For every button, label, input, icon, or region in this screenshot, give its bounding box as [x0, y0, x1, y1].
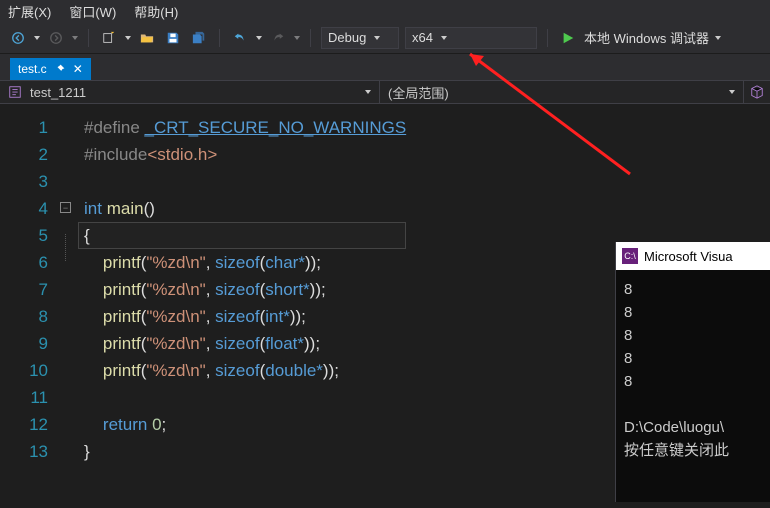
menu-window[interactable]: 窗口(W): [69, 2, 116, 21]
debugger-caret[interactable]: [715, 36, 721, 40]
project-icon: [8, 85, 22, 99]
nav-bar: test_1211 (全局范围): [0, 80, 770, 104]
project-dropdown[interactable]: test_1211: [0, 81, 380, 103]
scope-dropdown[interactable]: (全局范围): [380, 81, 744, 103]
platform-dropdown[interactable]: x64: [405, 27, 537, 49]
redo-icon[interactable]: [268, 28, 288, 48]
chevron-down-icon: [365, 90, 371, 94]
close-tab-icon[interactable]: ✕: [73, 62, 83, 76]
nav-fwd-caret[interactable]: [72, 36, 78, 40]
console-window: C:\ Microsoft Visua 8 8 8 8 8 D:\Code\lu…: [615, 242, 770, 502]
code-area[interactable]: #define _CRT_SECURE_NO_WARNINGS #include…: [78, 104, 406, 508]
vs-icon: C:\: [622, 248, 638, 264]
new-caret[interactable]: [125, 36, 131, 40]
start-debug-icon[interactable]: [558, 28, 578, 48]
console-output: 8 8 8 8 8 D:\Code\luogu\ 按任意键关闭此: [616, 270, 770, 470]
open-icon[interactable]: [137, 28, 157, 48]
save-icon[interactable]: [163, 28, 183, 48]
menu-extensions[interactable]: 扩展(X): [8, 2, 51, 21]
new-item-icon[interactable]: [99, 28, 119, 48]
tab-label: test.c: [18, 62, 47, 76]
line-gutter: 12345678910111213: [0, 104, 60, 508]
console-titlebar[interactable]: C:\ Microsoft Visua: [616, 242, 770, 270]
nav-cube-icon[interactable]: [744, 85, 770, 99]
file-tab[interactable]: test.c ✕: [10, 58, 91, 80]
save-all-icon[interactable]: [189, 28, 209, 48]
nav-back-caret[interactable]: [34, 36, 40, 40]
pin-icon[interactable]: [55, 64, 65, 74]
menubar: 扩展(X) 窗口(W) 帮助(H): [0, 0, 770, 22]
menu-help[interactable]: 帮助(H): [134, 2, 178, 21]
toolbar: Debug x64 本地 Windows 调试器: [0, 22, 770, 54]
fold-toggle[interactable]: −: [60, 202, 71, 213]
nav-forward-icon[interactable]: [46, 28, 66, 48]
chevron-down-icon: [729, 90, 735, 94]
redo-caret[interactable]: [294, 36, 300, 40]
nav-back-icon[interactable]: [8, 28, 28, 48]
undo-caret[interactable]: [256, 36, 262, 40]
tab-well: test.c ✕: [0, 54, 770, 80]
config-dropdown[interactable]: Debug: [321, 27, 399, 49]
fold-gutter: −: [60, 104, 78, 508]
undo-icon[interactable]: [230, 28, 250, 48]
debugger-label[interactable]: 本地 Windows 调试器: [584, 28, 709, 47]
